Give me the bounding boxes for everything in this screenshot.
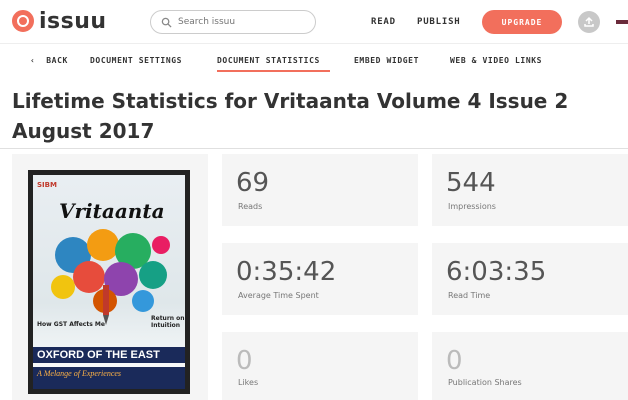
stat-label: Read Time xyxy=(448,291,491,300)
nav-publish-link[interactable]: PUBLISH xyxy=(417,17,461,27)
cover-publisher-logo: SIBM xyxy=(37,181,57,189)
divider xyxy=(0,148,628,149)
upload-icon xyxy=(584,16,594,27)
stat-value: 6:03:35 xyxy=(446,257,547,287)
page-title: Lifetime Statistics for Vritaanta Volume… xyxy=(12,86,612,146)
cover-image: SIBM Vritaanta How GST Affects Me Return… xyxy=(33,175,185,389)
tab-document-settings[interactable]: DOCUMENT SETTINGS xyxy=(90,56,182,65)
stat-value: 0 xyxy=(446,346,463,376)
search-box[interactable] xyxy=(150,10,316,34)
stat-card-read-time: 6:03:35 Read Time xyxy=(432,243,628,315)
stat-value: 0:35:42 xyxy=(236,257,337,287)
upload-button[interactable] xyxy=(578,11,600,33)
top-bar: issuu READ PUBLISH UPGRADE xyxy=(0,0,628,44)
cover-headline-left: How GST Affects Me xyxy=(37,321,105,328)
stat-card-average-time: 0:35:42 Average Time Spent xyxy=(222,243,418,315)
cover-illustration xyxy=(51,229,170,325)
account-menu-icon[interactable] xyxy=(616,20,628,24)
stat-label: Likes xyxy=(238,378,259,387)
stat-card-likes: 0 Likes xyxy=(222,332,418,400)
stat-label: Reads xyxy=(238,202,263,211)
stat-card-impressions: 544 Impressions xyxy=(432,154,628,226)
tab-embed-widget[interactable]: EMBED WIDGET xyxy=(354,56,419,65)
tab-document-statistics[interactable]: DOCUMENT STATISTICS xyxy=(217,56,320,65)
cover-tagline: A Melange of Experiences xyxy=(33,367,185,389)
stat-value: 69 xyxy=(236,168,270,198)
cover-banner: OXFORD OF THE EAST xyxy=(33,347,185,363)
logo-text: issuu xyxy=(39,8,107,34)
search-input[interactable] xyxy=(178,17,308,27)
stat-label: Impressions xyxy=(448,202,496,211)
tab-web-video-links[interactable]: WEB & VIDEO LINKS xyxy=(450,56,542,65)
chevron-left-icon: ‹ xyxy=(30,56,47,65)
stat-card-reads: 69 Reads xyxy=(222,154,418,226)
stat-label: Publication Shares xyxy=(448,378,522,387)
issuu-logo[interactable]: issuu xyxy=(12,8,107,34)
upgrade-button[interactable]: UPGRADE xyxy=(482,10,562,34)
document-cover[interactable]: SIBM Vritaanta How GST Affects Me Return… xyxy=(28,170,190,394)
search-icon xyxy=(161,17,172,28)
logo-icon xyxy=(12,10,34,32)
title-prefix: Lifetime Statistics for xyxy=(12,89,264,113)
stat-label: Average Time Spent xyxy=(238,291,319,300)
nav-read-link[interactable]: READ xyxy=(371,17,396,27)
cover-headline-right: Return on Intuition xyxy=(151,315,185,329)
stat-value: 544 xyxy=(446,168,496,198)
active-tab-indicator xyxy=(217,70,330,72)
stat-value: 0 xyxy=(236,346,253,376)
back-link[interactable]: ‹ BACK xyxy=(30,56,68,65)
stat-card-publication-shares: 0 Publication Shares xyxy=(432,332,628,400)
